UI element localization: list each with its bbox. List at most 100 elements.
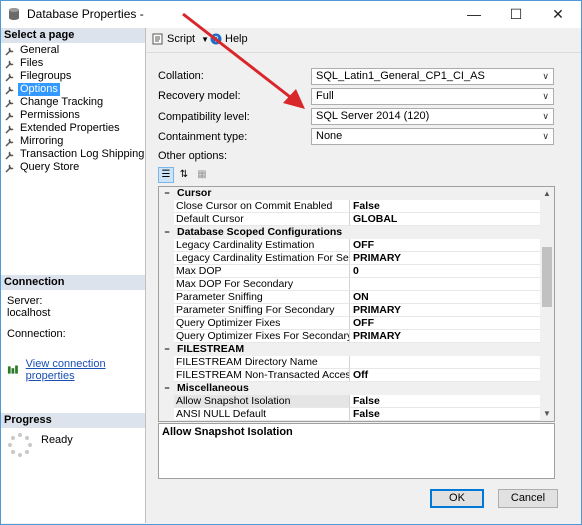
property-name[interactable]: Query Optimizer Fixes For Secondary	[174, 330, 350, 343]
property-value[interactable]: PRIMARY	[350, 330, 542, 343]
property-value[interactable]: PRIMARY	[350, 304, 542, 317]
property-name[interactable]: Max DOP For Secondary	[174, 278, 350, 291]
sidebar-item-options[interactable]: Options	[5, 83, 144, 96]
property-name[interactable]: FILESTREAM Non-Transacted Access	[174, 369, 350, 382]
property-row[interactable]: Max DOP For Secondary	[159, 278, 542, 291]
property-name[interactable]: Max DOP	[174, 265, 350, 278]
property-pages-button[interactable]: ▦	[194, 167, 210, 183]
sidebar-item-label: Change Tracking	[20, 96, 104, 108]
scrollbar-thumb[interactable]	[542, 247, 552, 307]
property-row[interactable]: Query Optimizer Fixes OFF	[159, 317, 542, 330]
property-row[interactable]: Default Cursor GLOBAL	[159, 213, 542, 226]
property-category[interactable]: − FILESTREAM	[159, 343, 542, 356]
property-category[interactable]: − Miscellaneous	[159, 382, 542, 395]
ok-button[interactable]: OK	[430, 489, 484, 508]
recovery-model-label: Recovery model:	[158, 90, 241, 102]
sidebar-item-query-store[interactable]: Query Store	[5, 161, 144, 174]
close-button[interactable]: ✕	[537, 1, 579, 28]
chevron-down-icon: ∨	[542, 91, 549, 101]
property-grid: − Cursor Close Cursor on Commit Enabled Fal…	[158, 186, 555, 422]
row-gutter	[159, 213, 174, 226]
collapse-icon[interactable]: −	[161, 226, 173, 239]
property-name[interactable]: Legacy Cardinality Estimation	[174, 239, 350, 252]
options-panel: Script ▼ ? Help Collation: SQL_Latin1_Ge…	[146, 28, 581, 484]
property-row[interactable]: Parameter Sniffing For Secondary PRIMARY	[159, 304, 542, 317]
property-row[interactable]: Legacy Cardinality Estimation OFF	[159, 239, 542, 252]
property-value[interactable]: ON	[350, 291, 542, 304]
property-row[interactable]: FILESTREAM Directory Name	[159, 356, 542, 369]
containment-type-value: None	[316, 130, 343, 142]
collapse-icon[interactable]: −	[161, 343, 173, 356]
property-value[interactable]: Off	[350, 369, 542, 382]
property-value[interactable]: 0	[350, 265, 542, 278]
other-options-label: Other options:	[158, 150, 228, 162]
compatibility-level-value: SQL Server 2014 (120)	[316, 110, 430, 122]
scroll-up-icon[interactable]: ▲	[540, 187, 554, 201]
property-value[interactable]: False	[350, 200, 542, 213]
property-value[interactable]: PRIMARY	[350, 252, 542, 265]
property-row[interactable]: ANSI NULL Default False	[159, 408, 542, 421]
recovery-model-select[interactable]: Full ∨	[311, 88, 554, 105]
property-category[interactable]: − Database Scoped Configurations	[159, 226, 542, 239]
property-row[interactable]: Close Cursor on Commit Enabled False	[159, 200, 542, 213]
property-row[interactable]: FILESTREAM Non-Transacted Access Off	[159, 369, 542, 382]
property-name[interactable]: Default Cursor	[174, 213, 350, 226]
property-value[interactable]: OFF	[350, 317, 542, 330]
compatibility-level-label: Compatibility level:	[158, 111, 250, 123]
property-row[interactable]: Parameter Sniffing ON	[159, 291, 542, 304]
alphabetical-sort-button[interactable]: ⇅	[176, 167, 192, 183]
sidebar-item-filegroups[interactable]: Filegroups	[5, 70, 144, 83]
property-grid-scrollbar[interactable]: ▲ ▼	[540, 187, 554, 421]
property-name[interactable]: Allow Snapshot Isolation	[174, 395, 350, 408]
collapse-icon[interactable]: −	[161, 187, 173, 200]
title-bar[interactable]: Database Properties - — ☐ ✕	[1, 1, 581, 28]
view-connection-properties-link[interactable]: View connection properties	[26, 358, 145, 382]
script-dropdown-icon[interactable]: ▼	[201, 35, 209, 44]
property-name[interactable]: Close Cursor on Commit Enabled	[174, 200, 350, 213]
property-row[interactable]: Allow Snapshot Isolation False	[159, 395, 542, 408]
sidebar-item-change-tracking[interactable]: Change Tracking	[5, 96, 144, 109]
help-button[interactable]: ? Help	[210, 33, 248, 45]
sidebar-item-transaction-log-shipping[interactable]: Transaction Log Shipping	[5, 148, 144, 161]
property-value[interactable]: False	[350, 408, 542, 421]
containment-type-select[interactable]: None ∨	[311, 128, 554, 145]
property-value[interactable]	[350, 356, 542, 369]
progress-status-text: Ready	[41, 434, 73, 446]
row-gutter	[159, 291, 174, 304]
maximize-button[interactable]: ☐	[495, 1, 537, 28]
collapse-icon[interactable]: −	[161, 382, 173, 395]
sidebar-item-extended-properties[interactable]: Extended Properties	[5, 122, 144, 135]
sidebar-item-permissions[interactable]: Permissions	[5, 109, 144, 122]
property-category[interactable]: − Cursor	[159, 187, 542, 200]
property-value[interactable]	[350, 278, 542, 291]
property-row[interactable]: Max DOP 0	[159, 265, 542, 278]
sidebar-item-mirroring[interactable]: Mirroring	[5, 135, 144, 148]
categorized-sort-button[interactable]: ☰	[158, 167, 174, 183]
property-value[interactable]: OFF	[350, 239, 542, 252]
collation-select[interactable]: SQL_Latin1_General_CP1_CI_AS ∨	[311, 68, 554, 85]
page-list: General Files Filegroups Options Change …	[5, 44, 144, 174]
property-row[interactable]: Query Optimizer Fixes For Secondary PRIMA…	[159, 330, 542, 343]
sidebar-item-files[interactable]: Files	[5, 57, 144, 70]
sidebar-item-general[interactable]: General	[5, 44, 144, 57]
script-button[interactable]: Script ▼	[152, 33, 209, 45]
scroll-down-icon[interactable]: ▼	[540, 407, 554, 421]
chevron-down-icon: ∨	[542, 111, 549, 121]
wrench-icon	[5, 46, 14, 56]
property-value[interactable]: GLOBAL	[350, 213, 542, 226]
property-name[interactable]: Parameter Sniffing	[174, 291, 350, 304]
property-name[interactable]: Query Optimizer Fixes	[174, 317, 350, 330]
minimize-button[interactable]: —	[453, 1, 495, 28]
property-value[interactable]: False	[350, 395, 542, 408]
compatibility-level-select[interactable]: SQL Server 2014 (120) ∨	[311, 108, 554, 125]
cancel-button[interactable]: Cancel	[498, 489, 558, 508]
property-name[interactable]: Legacy Cardinality Estimation For Second…	[174, 252, 350, 265]
property-name[interactable]: Parameter Sniffing For Secondary	[174, 304, 350, 317]
sidebar-item-label: Mirroring	[20, 135, 64, 147]
row-gutter	[159, 356, 174, 369]
property-name[interactable]: FILESTREAM Directory Name	[174, 356, 350, 369]
property-name[interactable]: ANSI NULL Default	[174, 408, 350, 421]
property-row[interactable]: Legacy Cardinality Estimation For Second…	[159, 252, 542, 265]
view-connection-properties[interactable]: View connection properties	[7, 358, 145, 382]
collation-label: Collation:	[158, 70, 204, 82]
